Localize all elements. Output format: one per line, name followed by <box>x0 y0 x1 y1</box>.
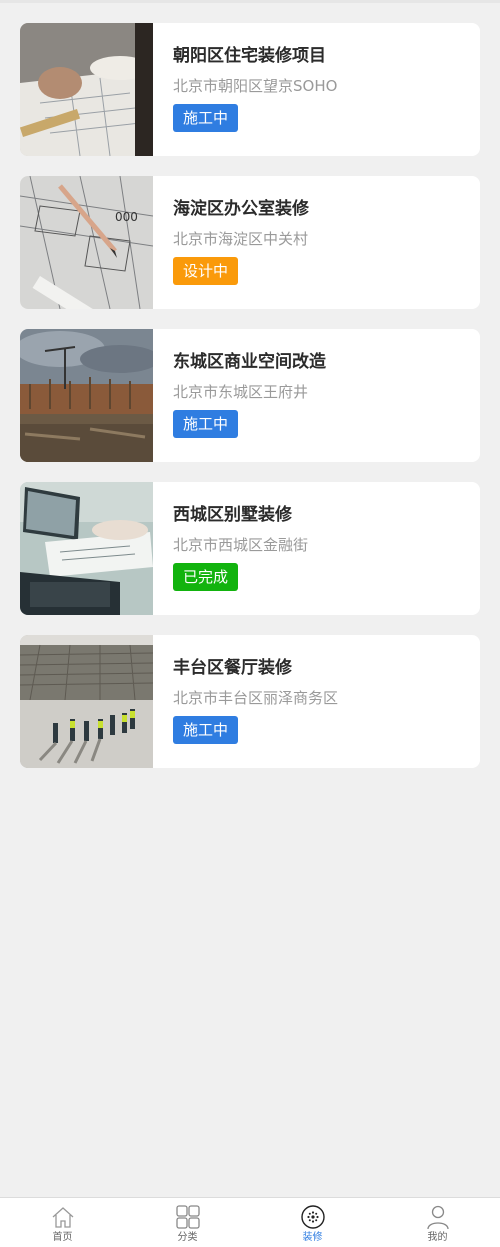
project-card[interactable]: 000 海淀区办公室装修 北京市海淀区中关村 设计中 <box>20 176 480 309</box>
tab-label: 我的 <box>427 1232 448 1243</box>
project-card[interactable]: 东城区商业空间改造 北京市东城区王府井 施工中 <box>20 329 480 462</box>
tab-label: 装修 <box>302 1232 323 1243</box>
project-title: 海淀区办公室装修 <box>173 199 309 219</box>
project-list: 朝阳区住宅装修项目 北京市朝阳区望京SOHO 施工中 000 海淀区办公室装修 … <box>20 23 480 788</box>
home-icon <box>50 1204 76 1230</box>
status-badge: 施工中 <box>173 410 239 438</box>
construction-site-photo <box>20 329 153 462</box>
tab-home[interactable]: 首页 <box>0 1198 125 1247</box>
project-title: 西城区别墅装修 <box>173 505 292 525</box>
grid-icon <box>175 1204 201 1230</box>
project-title: 丰台区餐厅装修 <box>173 658 292 678</box>
project-title: 朝阳区住宅装修项目 <box>173 46 326 66</box>
laptop-plans-photo <box>20 482 153 615</box>
status-badge: 设计中 <box>173 257 239 285</box>
top-divider <box>0 0 500 3</box>
project-card[interactable]: 朝阳区住宅装修项目 北京市朝阳区望京SOHO 施工中 <box>20 23 480 156</box>
project-address: 北京市丰台区丽泽商务区 <box>173 689 339 707</box>
user-icon <box>425 1204 451 1230</box>
status-badge: 施工中 <box>173 716 239 744</box>
tab-mine[interactable]: 我的 <box>375 1198 500 1247</box>
tab-renovation[interactable]: 装修 <box>250 1198 375 1247</box>
svg-text:000: 000 <box>115 210 138 224</box>
drafting-blueprint-photo <box>20 23 153 156</box>
renovation-icon <box>300 1204 326 1230</box>
workers-site-aerial-photo <box>20 635 153 768</box>
tab-category[interactable]: 分类 <box>125 1198 250 1247</box>
status-badge: 施工中 <box>173 104 239 132</box>
project-card[interactable]: 西城区别墅装修 北京市西城区金融街 已完成 <box>20 482 480 615</box>
project-address: 北京市东城区王府井 <box>173 383 309 401</box>
project-address: 北京市朝阳区望京SOHO <box>173 77 338 95</box>
bottom-tab-bar: 首页 分类 装修 我的 <box>0 1197 500 1247</box>
pencil-blueprint-photo: 000 <box>20 176 153 309</box>
tab-label: 首页 <box>52 1232 73 1243</box>
status-badge: 已完成 <box>173 563 239 591</box>
tab-label: 分类 <box>177 1232 198 1243</box>
project-address: 北京市海淀区中关村 <box>173 230 309 248</box>
project-address: 北京市西城区金融街 <box>173 536 309 554</box>
project-title: 东城区商业空间改造 <box>173 352 326 372</box>
project-card[interactable]: 丰台区餐厅装修 北京市丰台区丽泽商务区 施工中 <box>20 635 480 768</box>
